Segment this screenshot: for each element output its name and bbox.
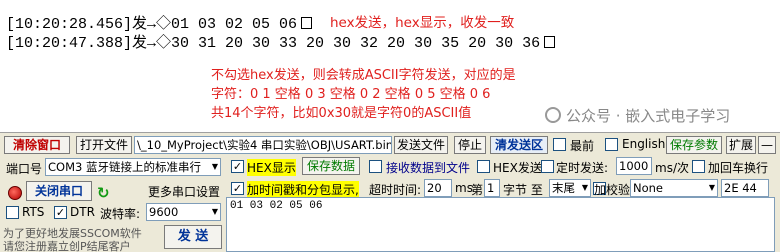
- clear-window-button[interactable]: 清除窗口: [4, 136, 70, 154]
- box-glyph-icon: [544, 36, 556, 48]
- expand-button[interactable]: 扩展: [726, 136, 756, 154]
- hex-send-checkbox[interactable]: [477, 160, 490, 173]
- clear-send-button[interactable]: 清发送区: [490, 136, 548, 154]
- timed-send-checkbox[interactable]: [541, 160, 554, 173]
- save-data-button[interactable]: 保存数据: [302, 157, 360, 175]
- topmost-label: 最前: [570, 139, 595, 153]
- annotation-top: hex发送，hex显示，收发一致: [330, 15, 515, 31]
- box-glyph-icon: [301, 17, 313, 29]
- more-settings-link[interactable]: 更多串口设置: [148, 183, 220, 200]
- watermark: 公众号 · 嵌入式电子学习: [545, 105, 730, 126]
- hex-display-label: HEX显示: [247, 159, 296, 176]
- timeout-input[interactable]: 20: [424, 179, 452, 197]
- wechat-icon: [545, 107, 561, 123]
- port-status-led-icon: [8, 186, 22, 200]
- hex-send-label: HEX发送: [493, 161, 542, 175]
- rts-checkbox[interactable]: [6, 206, 19, 219]
- interval-input[interactable]: 1000: [616, 157, 652, 175]
- timestamp-label: 加时间戳和分包显示,: [247, 181, 359, 198]
- annotation-line-2: 字符：0 1 空格 0 3 空格 0 2 空格 0 5 空格 0 6: [211, 87, 491, 102]
- add-crlf-checkbox[interactable]: [692, 160, 705, 173]
- send-button[interactable]: 发 送: [164, 225, 222, 249]
- send-textarea[interactable]: 01 03 02 05 06: [226, 197, 775, 252]
- collapse-button[interactable]: —: [758, 136, 776, 154]
- receive-line: [10:20:28.456]发→◇01 03 02 05 06: [6, 12, 313, 33]
- receive-line-text: [10:20:47.388]发→◇30 31 20 30 33 20 30 32…: [6, 35, 541, 52]
- recv-to-file-label: 接收数据到文件: [386, 161, 471, 175]
- recv-to-file-checkbox[interactable]: [369, 160, 382, 173]
- nth-label: 第: [471, 183, 484, 197]
- control-panel: 清除窗口 打开文件 \_10_MyProject\实验4 串口实验\OBJ\US…: [0, 132, 780, 252]
- byte-to-label: 字节 至: [503, 183, 543, 197]
- timed-send-label: 定时发送:: [556, 161, 609, 175]
- refresh-icon[interactable]: ↻: [97, 184, 110, 202]
- timeout-label: 超时时间:: [369, 183, 422, 197]
- watermark-text: 公众号 · 嵌入式电子学习: [566, 107, 731, 125]
- port-label: 端口号: [6, 162, 43, 176]
- save-params-button[interactable]: 保存参数: [666, 136, 722, 154]
- open-file-button[interactable]: 打开文件: [76, 136, 132, 154]
- dtr-checkbox[interactable]: ✓: [54, 206, 67, 219]
- checksum-select[interactable]: None: [630, 179, 718, 197]
- send-file-button[interactable]: 发送文件: [394, 136, 448, 154]
- rts-label: RTS: [22, 205, 45, 219]
- interval-unit: ms/次: [655, 161, 689, 175]
- english-label: English: [622, 137, 666, 151]
- timestamp-checkbox[interactable]: ✓: [231, 182, 244, 195]
- annotation-line-3: 共14个字符，比如0x30就是字符0的ASCII值: [211, 106, 472, 121]
- checksum-result-field: 2E 44: [721, 179, 769, 197]
- file-path-field[interactable]: \_10_MyProject\实验4 串口实验\OBJ\USART.bin: [134, 136, 392, 154]
- checksum-label: 加校验: [594, 183, 631, 197]
- promo-text-2: 请您注册嘉立创P结尾客户: [3, 240, 131, 252]
- topmost-checkbox[interactable]: [553, 138, 566, 151]
- receive-line: [10:20:47.388]发→◇30 31 20 30 33 20 30 32…: [6, 31, 556, 52]
- nth-input[interactable]: 1: [484, 179, 500, 197]
- port-select[interactable]: COM3 蓝牙链接上的标准串行: [45, 158, 221, 176]
- add-crlf-label: 加回车换行: [708, 161, 769, 175]
- dtr-label: DTR: [70, 205, 95, 219]
- annotation-line-1: 不勾选hex发送，则会转成ASCII字符发送，对应的是: [211, 68, 516, 83]
- english-checkbox[interactable]: [605, 138, 618, 151]
- baud-select[interactable]: 9600: [146, 203, 221, 221]
- baud-label: 波特率:: [100, 207, 141, 221]
- end-select[interactable]: 末尾: [549, 179, 591, 197]
- close-port-button[interactable]: 关闭串口: [26, 181, 92, 201]
- hex-display-checkbox[interactable]: ✓: [231, 160, 244, 173]
- stop-button[interactable]: 停止: [454, 136, 486, 154]
